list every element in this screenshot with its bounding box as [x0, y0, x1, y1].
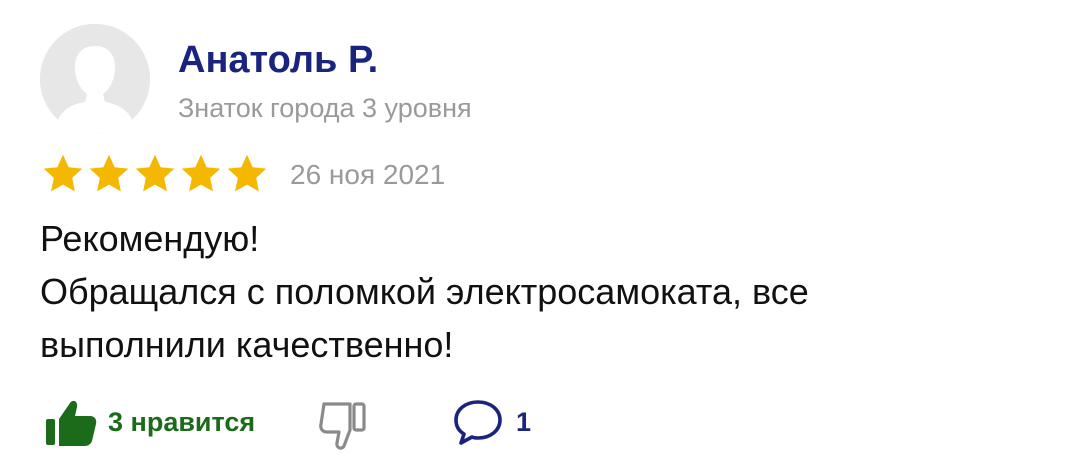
star-icon — [135, 154, 175, 192]
review-text: Рекомендую! Обращался с поломкой электро… — [40, 212, 1040, 371]
like-count: 3 нравится — [108, 406, 256, 437]
star-icon — [43, 154, 83, 192]
star-icon — [181, 154, 221, 192]
review-text-line: выполнили качественно! — [40, 324, 454, 365]
author-level: Знаток города 3 уровня — [178, 93, 472, 123]
comment-icon — [454, 400, 502, 445]
dislike-button[interactable] — [314, 400, 374, 455]
avatar-placeholder-icon — [40, 24, 150, 134]
review-card: Анатоль Р. Знаток города 3 уровня 26 ноя… — [0, 0, 1078, 468]
comment-count: 1 — [516, 406, 532, 437]
thumbs-up-icon — [46, 400, 97, 446]
author-name[interactable]: Анатоль Р. — [178, 38, 378, 82]
thumbs-down-icon — [319, 402, 366, 450]
comments-button[interactable]: 1 — [450, 398, 531, 446]
review-text-line: Обращался с поломкой электросамоката, вс… — [40, 271, 809, 312]
review-date: 26 ноя 2021 — [290, 159, 446, 190]
star-icon — [227, 154, 267, 192]
star-icon — [89, 154, 129, 192]
like-button[interactable]: 3 нравится — [40, 392, 255, 452]
review-text-line: Рекомендую! — [40, 218, 260, 259]
rating-stars — [40, 152, 270, 196]
avatar[interactable] — [40, 24, 150, 134]
